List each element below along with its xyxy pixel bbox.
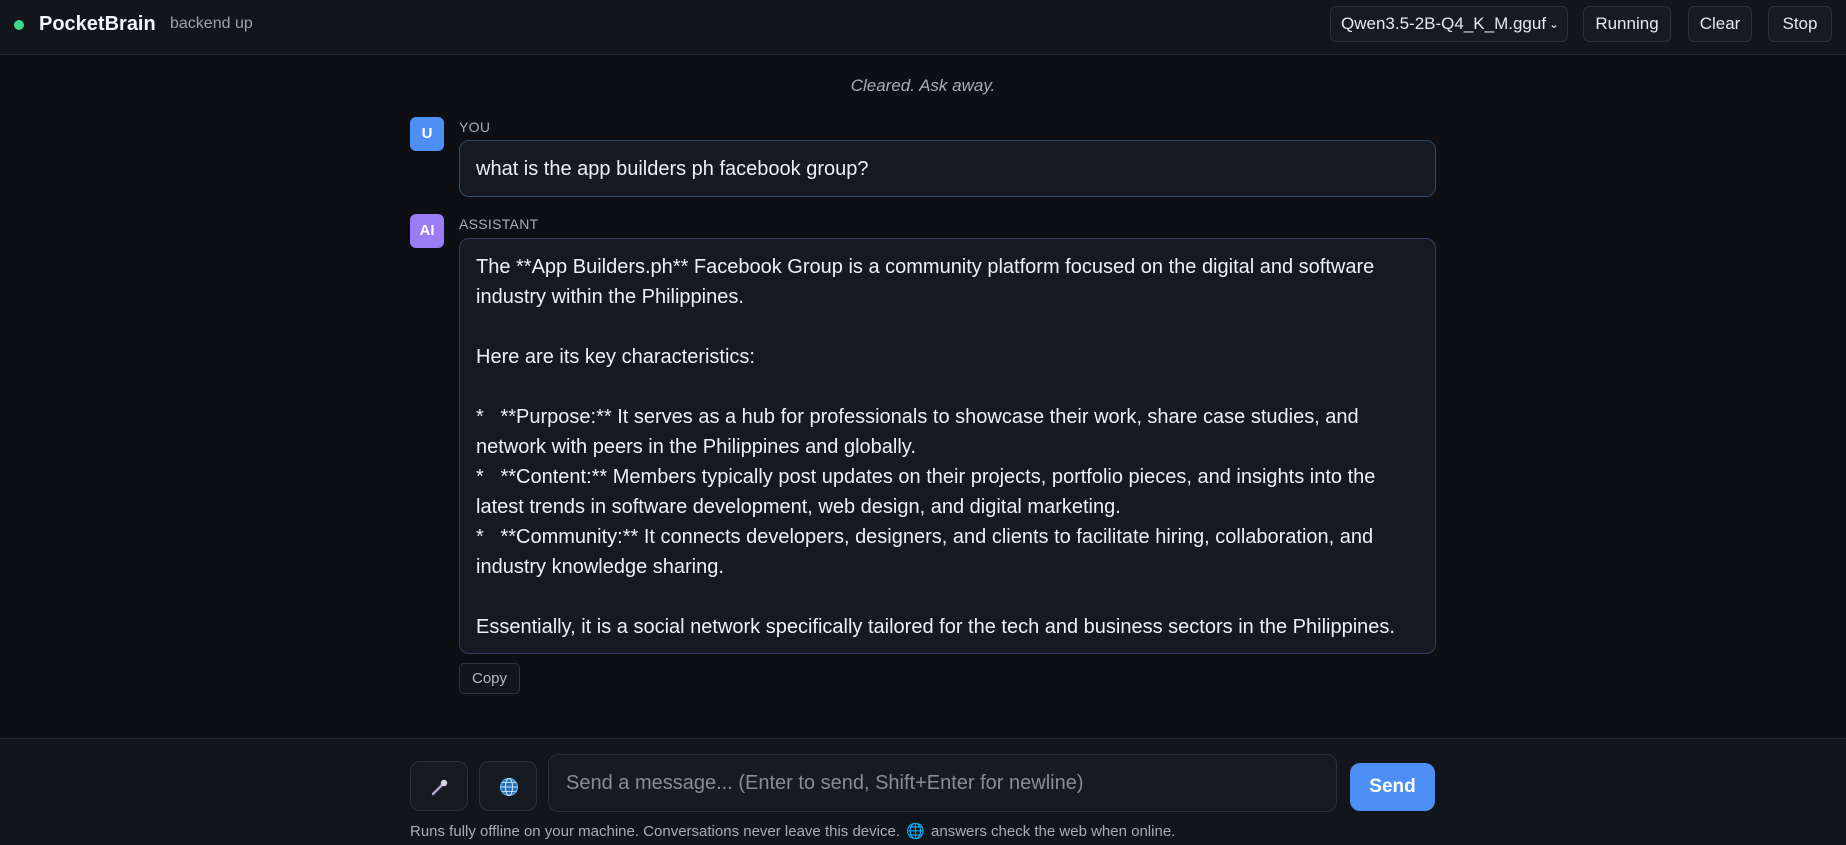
web-search-button[interactable] — [479, 761, 537, 811]
mic-icon — [431, 779, 448, 796]
backend-status: backend up — [170, 15, 253, 32]
stop-button[interactable]: Stop — [1768, 6, 1832, 42]
model-select-value: Qwen3.5-2B-Q4_K_M.gguf — [1341, 14, 1547, 33]
assistant-avatar: AI — [410, 214, 444, 248]
model-select[interactable]: Qwen3.5-2B-Q4_K_M.gguf ⌄ — [1330, 6, 1568, 42]
footer-note-text-web: answers check the web when online. — [931, 823, 1176, 840]
copy-button[interactable]: Copy — [459, 663, 520, 694]
user-avatar: U — [410, 117, 444, 151]
footer-note: Runs fully offline on your machine. Conv… — [410, 822, 1175, 840]
mic-button[interactable] — [410, 761, 468, 811]
globe-icon — [499, 777, 519, 797]
assistant-message-text: The **App Builders.ph** Facebook Group i… — [476, 256, 1395, 638]
top-bar: PocketBrain backend up Qwen3.5-2B-Q4_K_M… — [0, 0, 1846, 55]
user-message-bubble: what is the app builders ph facebook gro… — [459, 140, 1436, 197]
user-role-label: YOU — [459, 119, 491, 135]
footer-note-text: Runs fully offline on your machine. Conv… — [410, 823, 900, 840]
assistant-role-label: ASSISTANT — [459, 216, 539, 232]
assistant-message-bubble: The **App Builders.ph** Facebook Group i… — [459, 238, 1436, 654]
chevron-down-icon: ⌄ — [1548, 17, 1559, 31]
send-button[interactable]: Send — [1350, 763, 1435, 811]
system-message: Cleared. Ask away. — [850, 76, 996, 95]
message-input[interactable] — [548, 754, 1337, 812]
composer: Send Runs fully offline on your machine.… — [0, 738, 1846, 845]
app-title: PocketBrain — [39, 13, 156, 35]
globe-icon: 🌐 — [906, 823, 925, 840]
status-dot-icon — [14, 20, 24, 30]
running-button[interactable]: Running — [1583, 6, 1671, 42]
clear-button[interactable]: Clear — [1688, 6, 1752, 42]
